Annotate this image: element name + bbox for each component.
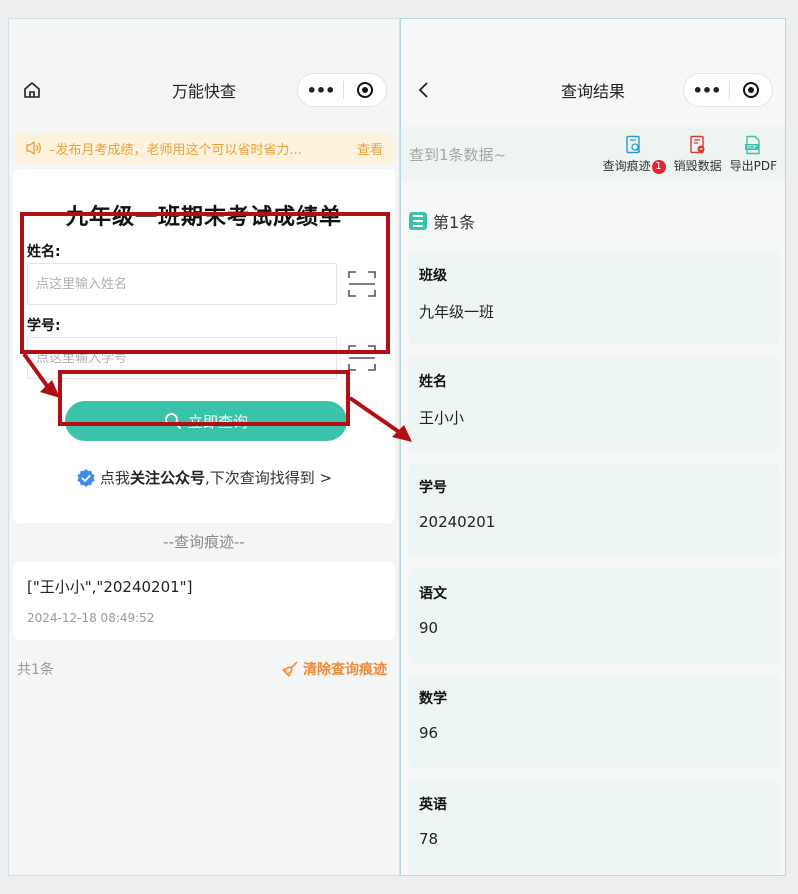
- arrow-line-left: [22, 352, 52, 392]
- annotation-arrows: [22, 352, 412, 442]
- arrow-line-right: [348, 396, 404, 436]
